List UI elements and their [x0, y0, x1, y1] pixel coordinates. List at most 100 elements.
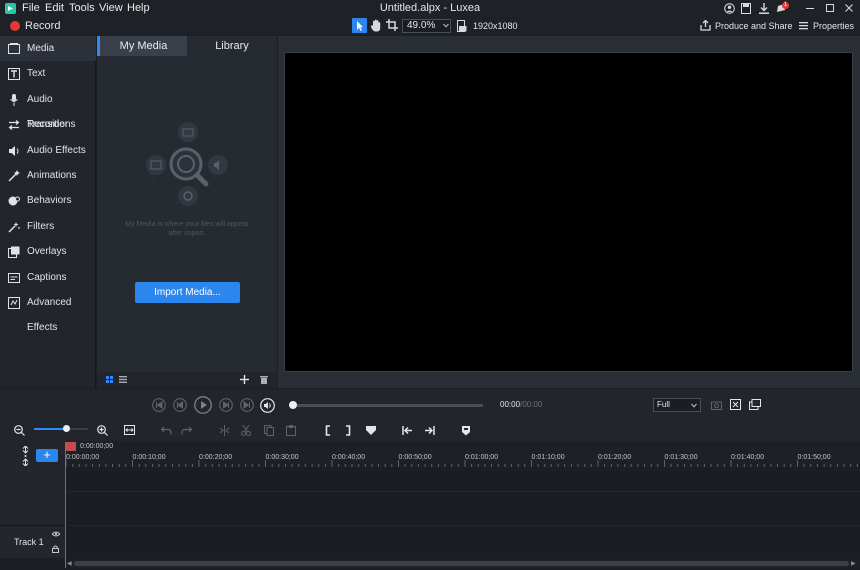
menu-file[interactable]: File	[22, 0, 40, 17]
track-area[interactable]	[65, 467, 860, 558]
scroll-right-icon[interactable]: ▶	[851, 560, 856, 567]
add-marker-icon[interactable]	[365, 425, 377, 436]
cut-icon[interactable]	[241, 425, 251, 436]
eye-icon[interactable]	[52, 531, 60, 537]
properties-button[interactable]: Properties	[813, 17, 854, 35]
sidebar-item-audio-recorder[interactable]: Audio Recorder	[0, 87, 96, 130]
preview-quality-select[interactable]: Full	[653, 398, 701, 412]
sidebar-item-overlays[interactable]: Overlays	[0, 239, 96, 264]
playhead-time: 0:00:00;00	[80, 443, 114, 450]
hand-tool-icon[interactable]	[370, 19, 382, 32]
scroll-left-icon[interactable]: ◀	[67, 560, 72, 567]
redo-icon[interactable]	[181, 426, 192, 435]
playhead-line[interactable]	[65, 442, 66, 568]
crop-tool-icon[interactable]	[386, 19, 398, 31]
save-icon[interactable]	[741, 3, 751, 14]
preview-canvas[interactable]	[284, 52, 853, 372]
maximize-icon[interactable]	[825, 3, 835, 13]
playhead-handle[interactable]	[66, 442, 76, 451]
sidebar-item-label: Advanced Effects	[27, 297, 72, 333]
sidebar-item-label: Transitions	[27, 119, 76, 131]
mark-out-icon[interactable]	[345, 425, 351, 436]
next-frame-icon[interactable]	[219, 398, 233, 412]
timeline-zoom-fill	[34, 428, 66, 430]
canvas-size-icon[interactable]	[457, 20, 467, 32]
sidebar-item-label: Captions	[27, 271, 67, 283]
sidebar-item-text[interactable]: Text	[0, 61, 96, 86]
lock-icon[interactable]	[52, 545, 59, 553]
zoom-select[interactable]: 49.0%	[402, 19, 451, 33]
snapshot-icon[interactable]	[711, 400, 722, 410]
sidebar-item-label: Audio Effects	[27, 144, 86, 156]
split-icon[interactable]	[219, 425, 230, 436]
sidebar-item-label: Animations	[27, 170, 77, 181]
behaviors-icon	[8, 195, 20, 207]
ruler-label: 0:01:40;00	[731, 454, 765, 461]
tab-library[interactable]: Library	[187, 36, 277, 56]
fullscreen-icon[interactable]	[730, 399, 741, 410]
track-name[interactable]: Track 1	[14, 537, 44, 547]
sidebar-item-behaviors[interactable]: Behaviors	[0, 188, 96, 213]
resolution-label[interactable]: 1920x1080	[473, 17, 518, 35]
scrollbar-thumb[interactable]	[74, 561, 849, 566]
sidebar-item-animations[interactable]: Animations	[0, 163, 96, 188]
timecode-display: 00:00/00:00	[500, 400, 543, 409]
sidebar-item-filters[interactable]: Filters	[0, 214, 96, 239]
sidebar-item-label: Text	[27, 68, 46, 80]
record-icon[interactable]	[10, 21, 20, 31]
transitions-icon	[8, 119, 20, 131]
menu-tools[interactable]: Tools	[69, 0, 95, 17]
play-icon[interactable]	[194, 396, 212, 414]
close-icon[interactable]	[844, 3, 854, 13]
properties-icon[interactable]	[799, 21, 808, 30]
volume-icon[interactable]	[260, 398, 275, 413]
sidebar-item-advanced-effects[interactable]: Advanced Effects	[0, 290, 96, 333]
captions-icon	[8, 272, 20, 284]
paste-icon[interactable]	[286, 425, 296, 436]
sidebar-item-media[interactable]: Media	[0, 36, 96, 61]
select-tool-button[interactable]	[352, 18, 367, 33]
account-icon[interactable]	[724, 3, 735, 14]
step-forward-icon[interactable]	[240, 398, 254, 412]
produce-and-share-button[interactable]: Produce and Share	[715, 17, 793, 35]
undo-icon[interactable]	[161, 426, 172, 435]
menu-view[interactable]: View	[99, 0, 123, 17]
sidebar-item-label: Behaviors	[27, 195, 72, 207]
menu-help[interactable]: Help	[127, 0, 150, 17]
track-divider	[65, 525, 860, 526]
ruler-label: 0:01:20;00	[598, 454, 632, 461]
zoom-in-icon[interactable]	[97, 425, 108, 436]
trash-icon[interactable]	[260, 375, 268, 384]
share-icon[interactable]	[700, 20, 711, 31]
playback-scrubber[interactable]	[293, 404, 483, 407]
total-duration: 00:00	[522, 400, 543, 409]
add-media-icon[interactable]	[240, 375, 249, 384]
mark-in-icon[interactable]	[325, 425, 331, 436]
import-media-button[interactable]: Import Media...	[135, 282, 240, 303]
download-icon[interactable]	[759, 3, 769, 14]
track-height-icon[interactable]	[22, 446, 29, 466]
sidebar-item-captions[interactable]: Captions	[0, 265, 96, 290]
fit-timeline-icon[interactable]	[124, 425, 135, 435]
jump-to-end-icon[interactable]	[424, 425, 435, 436]
record-button[interactable]: Record	[25, 17, 60, 35]
sidebar-item-audio-effects[interactable]: Audio Effects	[0, 138, 96, 163]
menu-edit[interactable]: Edit	[45, 0, 64, 17]
grid-view-icon[interactable]	[106, 376, 113, 383]
window-title: Untitled.alpx - Luxea	[379, 2, 481, 14]
zoom-out-icon[interactable]	[14, 425, 25, 436]
list-view-icon[interactable]	[119, 376, 127, 383]
sidebar-item-transitions[interactable]: Transitions	[0, 112, 96, 137]
previous-frame-icon[interactable]	[173, 398, 187, 412]
scrubber-handle[interactable]	[289, 401, 297, 409]
detach-preview-icon[interactable]	[749, 399, 761, 410]
snap-marker-icon[interactable]	[461, 425, 471, 436]
jump-to-start-icon[interactable]	[402, 425, 413, 436]
step-back-icon[interactable]	[152, 398, 166, 412]
minimize-icon[interactable]	[805, 3, 815, 13]
copy-icon[interactable]	[264, 425, 274, 436]
tab-my-media[interactable]: My Media	[97, 36, 187, 56]
add-track-button[interactable]: +	[36, 448, 58, 462]
ruler-label: 0:00:30;00	[265, 454, 299, 461]
timeline-zoom-handle[interactable]	[63, 425, 70, 432]
